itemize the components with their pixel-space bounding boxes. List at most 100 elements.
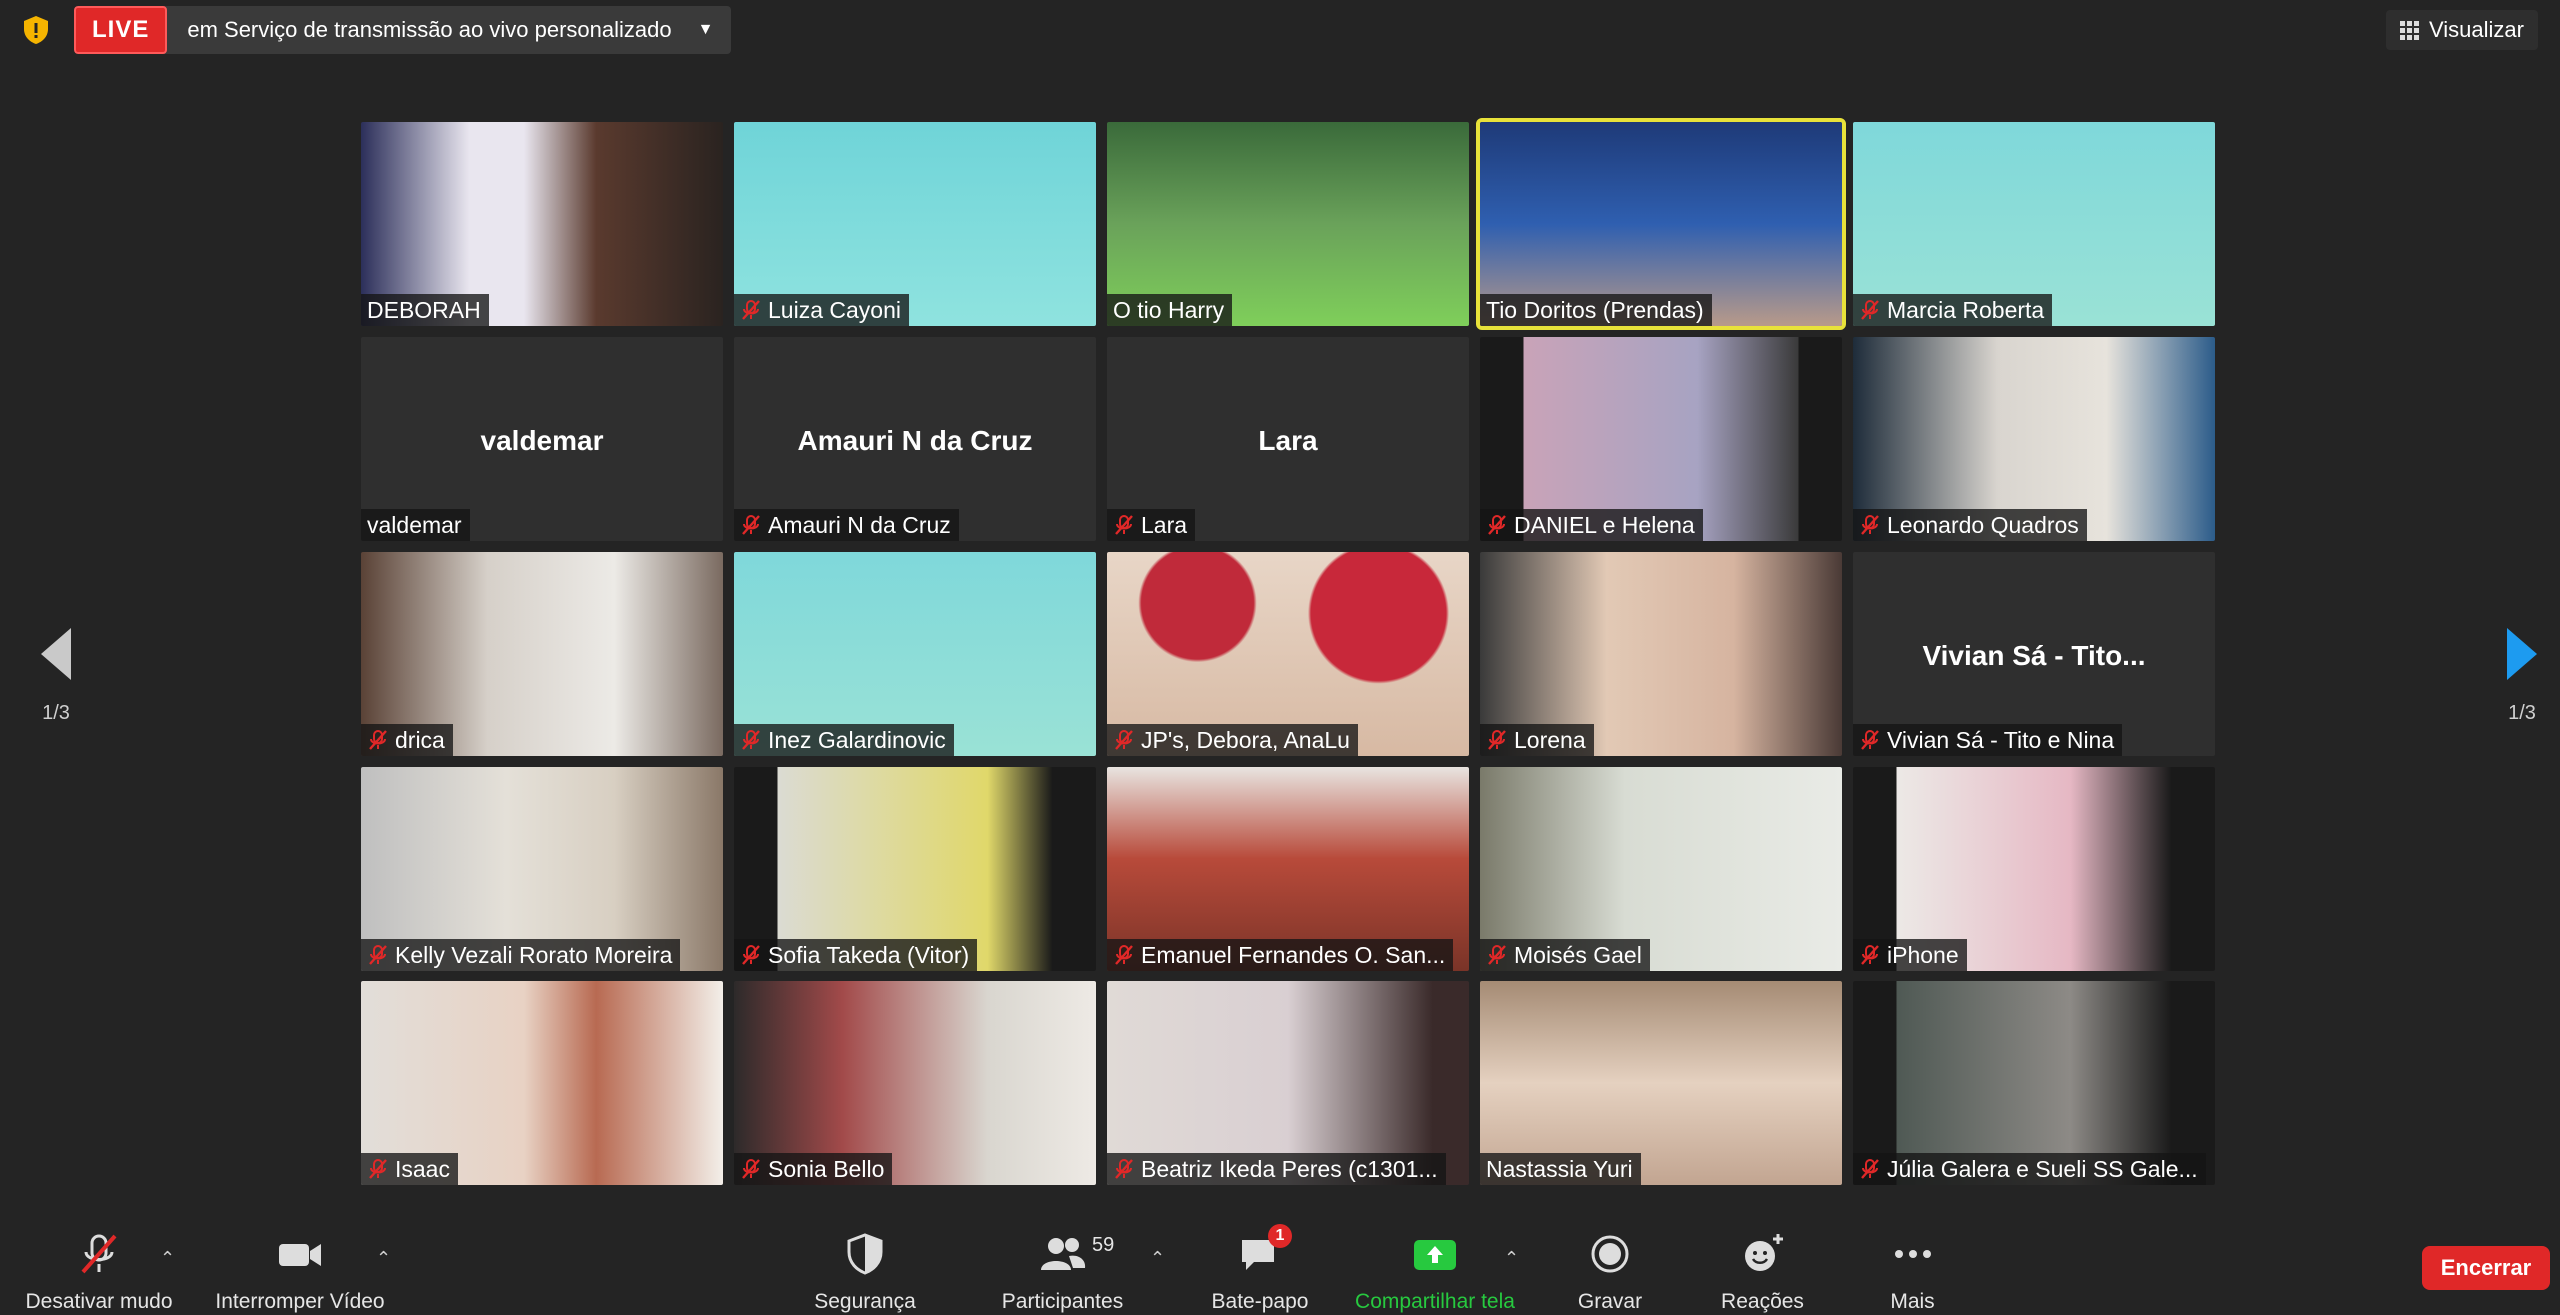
previous-page-button[interactable]: 1/3 bbox=[26, 628, 86, 725]
microphone-muted-icon bbox=[1113, 514, 1135, 536]
chat-button[interactable]: Bate-papo bbox=[1195, 1232, 1325, 1314]
participant-tile[interactable]: Luiza Cayoni bbox=[734, 122, 1096, 326]
reaction-emoji-icon bbox=[1744, 1234, 1783, 1271]
microphone-muted-icon bbox=[740, 729, 762, 751]
microphone-muted-icon bbox=[1113, 729, 1135, 751]
participant-name-tag: drica bbox=[361, 724, 453, 756]
participant-name-tag: Tio Doritos (Prendas) bbox=[1480, 294, 1712, 326]
participant-tile[interactable]: Júlia Galera e Sueli SS Gale... bbox=[1853, 981, 2215, 1185]
participant-tile[interactable]: DEBORAH bbox=[361, 122, 723, 326]
participant-name-tag: Sofia Takeda (Vitor) bbox=[734, 939, 978, 971]
mute-button[interactable]: Desativar mudo bbox=[14, 1232, 184, 1314]
participant-name: JP's, Debora, AnaLu bbox=[1141, 726, 1350, 753]
record-button[interactable]: Gravar bbox=[1560, 1232, 1660, 1314]
chat-label: Bate-papo bbox=[1211, 1290, 1309, 1313]
top-bar: LIVE em Serviço de transmissão ao vivo p… bbox=[0, 0, 2560, 60]
next-page-button[interactable]: 1/3 bbox=[2492, 628, 2552, 725]
participant-name-tag: valdemar bbox=[361, 509, 470, 541]
participant-name: Marcia Roberta bbox=[1887, 296, 2045, 323]
participant-name-tag: Vivian Sá - Tito e Nina bbox=[1853, 724, 2123, 756]
audio-options-caret-icon[interactable]: ⌃ bbox=[160, 1248, 175, 1269]
participant-tile[interactable]: Amauri N da Cruz Amauri N da Cruz bbox=[734, 337, 1096, 541]
participant-name: Isaac bbox=[395, 1155, 450, 1182]
participant-name-tag: Júlia Galera e Sueli SS Gale... bbox=[1853, 1153, 2206, 1185]
participant-name: Amauri N da Cruz bbox=[768, 511, 951, 538]
participant-name-tag: Moisés Gael bbox=[1480, 939, 1650, 971]
participant-name: Lara bbox=[1141, 511, 1188, 538]
participant-name: Vivian Sá - Tito e Nina bbox=[1887, 726, 2115, 753]
participant-tile[interactable]: JP's, Debora, AnaLu bbox=[1107, 552, 1469, 756]
microphone-muted-icon bbox=[740, 299, 762, 321]
share-options-caret-icon[interactable]: ⌃ bbox=[1504, 1248, 1519, 1269]
record-label: Gravar bbox=[1577, 1290, 1643, 1313]
view-button[interactable]: Visualizar bbox=[2386, 10, 2538, 50]
participant-tile[interactable]: Emanuel Fernandes O. San... bbox=[1107, 767, 1469, 971]
participant-name-tag: DANIEL e Helena bbox=[1480, 509, 1703, 541]
reactions-button[interactable]: Reações bbox=[1710, 1232, 1815, 1314]
participant-tile[interactable]: Sonia Bello bbox=[734, 981, 1096, 1185]
view-label: Visualizar bbox=[2429, 17, 2524, 42]
security-label: Segurança bbox=[814, 1290, 916, 1313]
caret-down-icon: ▼ bbox=[697, 21, 714, 38]
video-label: Interromper Vídeo bbox=[215, 1290, 385, 1313]
participant-tile[interactable]: Nastassia Yuri bbox=[1480, 981, 1842, 1185]
participant-display-name: valdemar bbox=[480, 425, 604, 456]
end-meeting-button[interactable]: Encerrar bbox=[2422, 1246, 2550, 1290]
participant-tile[interactable]: Inez Galardinovic bbox=[734, 552, 1096, 756]
participant-display-name: Vivian Sá - Tito... bbox=[1922, 640, 2146, 671]
participant-tile[interactable]: Tio Doritos (Prendas) bbox=[1476, 118, 1846, 330]
video-camera-icon bbox=[279, 1244, 321, 1266]
microphone-muted-icon bbox=[1859, 944, 1881, 966]
participant-tile[interactable]: O tio Harry bbox=[1107, 122, 1469, 326]
participant-name: Nastassia Yuri bbox=[1486, 1155, 1633, 1182]
participant-name: O tio Harry bbox=[1113, 296, 1225, 323]
participant-tile[interactable]: drica bbox=[361, 552, 723, 756]
microphone-muted-icon bbox=[1113, 1158, 1135, 1180]
participant-name-tag: Marcia Roberta bbox=[1853, 294, 2053, 326]
live-stream-dropdown[interactable]: LIVE em Serviço de transmissão ao vivo p… bbox=[74, 6, 732, 54]
video-options-caret-icon[interactable]: ⌃ bbox=[376, 1248, 391, 1269]
participant-tile[interactable]: Vivian Sá - Tito... Vivian Sá - Tito e Ni… bbox=[1853, 552, 2215, 756]
participant-name-tag: Luiza Cayoni bbox=[734, 294, 909, 326]
participant-name: Leonardo Quadros bbox=[1887, 511, 2079, 538]
participant-name: DEBORAH bbox=[367, 296, 481, 323]
share-screen-button[interactable]: Compartilhar tela bbox=[1345, 1232, 1525, 1314]
participant-tile[interactable]: DANIEL e Helena bbox=[1480, 337, 1842, 541]
microphone-muted-icon bbox=[740, 514, 762, 536]
participant-name: Moisés Gael bbox=[1514, 941, 1642, 968]
share-screen-icon bbox=[1414, 1240, 1456, 1270]
microphone-muted-icon bbox=[1859, 514, 1881, 536]
participant-tile[interactable]: Moisés Gael bbox=[1480, 767, 1842, 971]
microphone-muted-icon bbox=[1859, 299, 1881, 321]
page-indicator-left: 1/3 bbox=[42, 702, 70, 724]
share-screen-label: Compartilhar tela bbox=[1355, 1290, 1515, 1313]
participant-tile[interactable]: Sofia Takeda (Vitor) bbox=[734, 767, 1096, 971]
meeting-toolbar: Desativar mudo ⌃ Interromper Vídeo ⌃ Seg… bbox=[0, 1220, 2560, 1315]
participant-name-tag: Emanuel Fernandes O. San... bbox=[1107, 939, 1454, 971]
participant-tile[interactable]: iPhone bbox=[1853, 767, 2215, 971]
more-button[interactable]: Mais bbox=[1870, 1232, 1955, 1314]
participant-name: Sofia Takeda (Vitor) bbox=[768, 941, 970, 968]
participant-tile[interactable]: Isaac bbox=[361, 981, 723, 1185]
participants-icon bbox=[1040, 1238, 1085, 1270]
mute-label: Desativar mudo bbox=[25, 1290, 173, 1313]
participant-tile[interactable]: Marcia Roberta bbox=[1853, 122, 2215, 326]
participant-tile[interactable]: Lara Lara bbox=[1107, 337, 1469, 541]
reactions-label: Reações bbox=[1721, 1290, 1804, 1313]
participant-tile[interactable]: Leonardo Quadros bbox=[1853, 337, 2215, 541]
participant-name-tag: Lorena bbox=[1480, 724, 1594, 756]
arrow-left-icon bbox=[41, 628, 71, 680]
security-button[interactable]: Segurança bbox=[800, 1232, 930, 1314]
participant-tile[interactable]: Lorena bbox=[1480, 552, 1842, 756]
participant-name-tag: Beatriz Ikeda Peres (c1301... bbox=[1107, 1153, 1446, 1185]
live-badge: LIVE bbox=[74, 6, 168, 54]
participant-tile[interactable]: valdemar valdemar bbox=[361, 337, 723, 541]
participants-count: 59 bbox=[1092, 1234, 1115, 1256]
participant-tile[interactable]: Kelly Vezali Rorato Moreira bbox=[361, 767, 723, 971]
participants-options-caret-icon[interactable]: ⌃ bbox=[1150, 1248, 1165, 1269]
microphone-muted-icon bbox=[1486, 514, 1508, 536]
participant-tile[interactable]: Beatriz Ikeda Peres (c1301... bbox=[1107, 981, 1469, 1185]
security-shield-icon bbox=[847, 1233, 883, 1275]
stop-video-button[interactable]: Interromper Vídeo bbox=[205, 1232, 395, 1314]
security-shield-icon[interactable] bbox=[20, 14, 52, 46]
